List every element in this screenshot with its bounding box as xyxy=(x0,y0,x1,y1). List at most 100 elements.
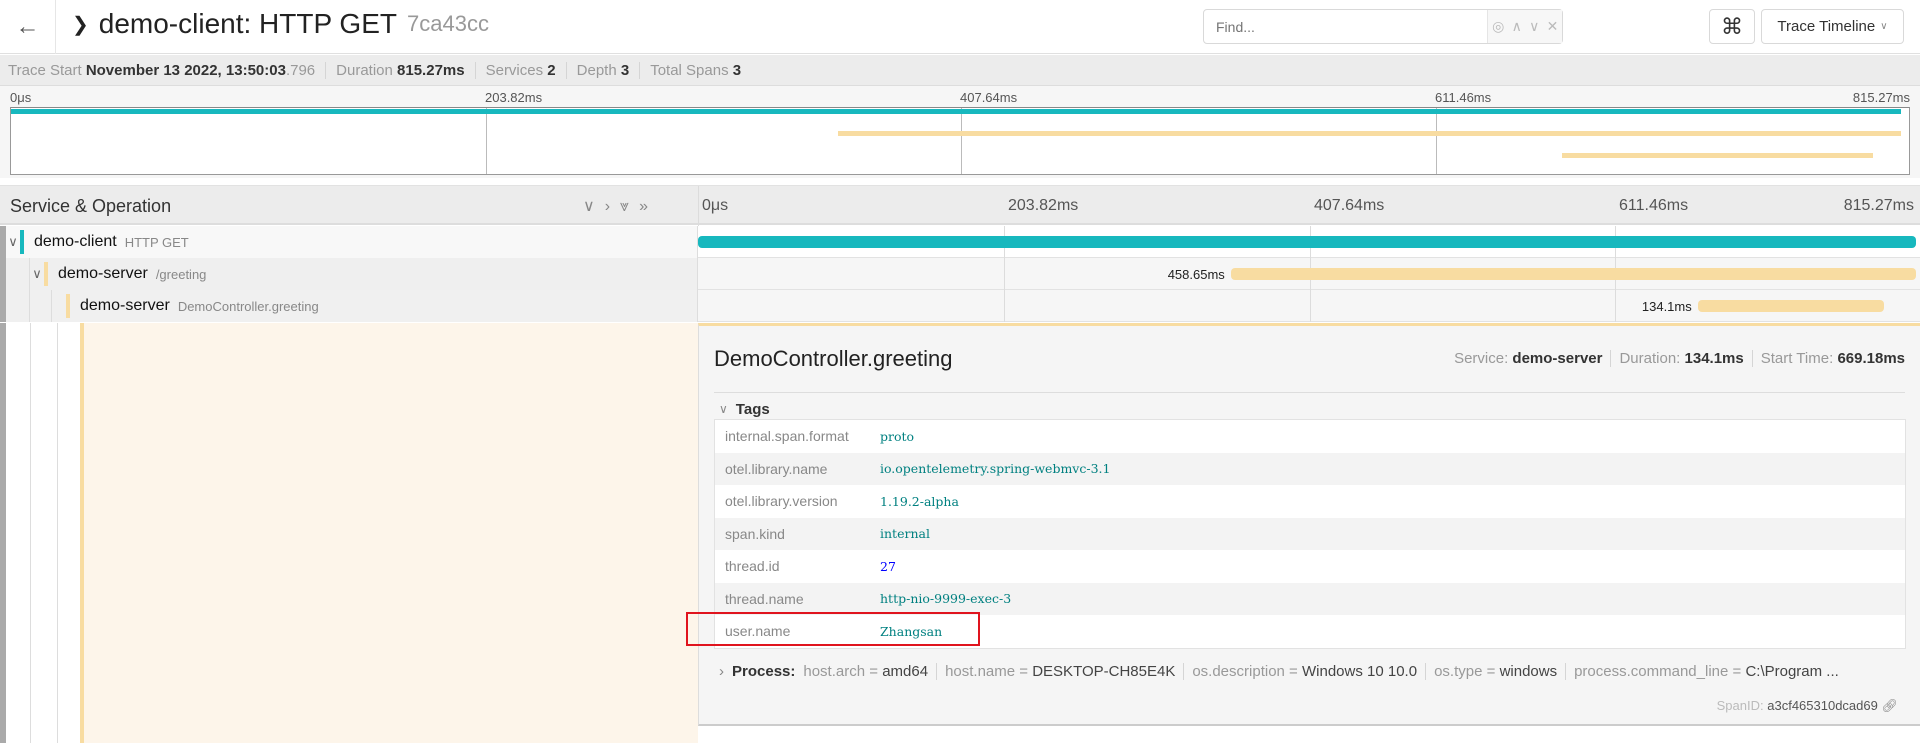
detail-gutter xyxy=(0,323,698,743)
expand-all-icon[interactable]: » xyxy=(639,198,658,215)
trace-title[interactable]: ❯ demo-client: HTTP GET 7ca43cc xyxy=(72,8,489,40)
process-item: host.arch = amd64 xyxy=(803,663,929,680)
span-name-cell[interactable]: ∨ demo-server/greeting xyxy=(0,258,698,290)
span-row[interactable]: demo-server DemoController.greeting 134.1m… xyxy=(0,290,1920,322)
timeline-tick: 203.82ms xyxy=(1008,197,1079,214)
collapse-one-icon[interactable]: ∨ xyxy=(583,198,605,215)
service-color xyxy=(66,294,70,318)
span-meta: Service: demo-server Duration: 134.1ms S… xyxy=(1446,350,1905,367)
divider xyxy=(714,392,1905,393)
tag-value: internal xyxy=(880,526,930,542)
trace-minimap[interactable]: 0μs 203.82ms 407.64ms 611.46ms 815.27ms xyxy=(0,86,1920,178)
span-service: Service: demo-server xyxy=(1454,350,1603,367)
column-title: Service & Operation xyxy=(10,196,172,216)
span-operation: /greeting xyxy=(155,266,207,282)
span-operation: DemoController.greeting xyxy=(177,298,319,314)
column-divider[interactable] xyxy=(698,186,699,226)
span-start-time: Start Time: 669.18ms xyxy=(1751,350,1905,367)
service-color xyxy=(44,262,48,286)
trace-id: 7ca43cc xyxy=(407,11,489,36)
span-service: demo-server xyxy=(80,297,170,314)
link-icon[interactable]: 🔗︎ xyxy=(1881,698,1898,713)
span-duration: Duration: 134.1ms xyxy=(1610,350,1751,367)
tag-key: span.kind xyxy=(725,525,785,542)
service-color xyxy=(20,230,24,254)
minimap-gridline xyxy=(1436,108,1437,174)
tag-row[interactable]: otel.library.version 1.19.2-alpha xyxy=(715,485,1905,518)
minimap-tick: 611.46ms xyxy=(1435,90,1492,105)
tag-row[interactable]: thread.id 27 xyxy=(715,550,1905,583)
keyboard-shortcuts-button[interactable]: ⌘ xyxy=(1709,9,1755,44)
process-item: os.description = Windows 10 10.0 xyxy=(1183,663,1425,680)
view-select[interactable]: Trace Timeline ∨ xyxy=(1761,9,1904,44)
minimap-canvas[interactable] xyxy=(10,107,1910,175)
summary-total-spans: Total Spans 3 xyxy=(650,61,742,79)
tag-key: otel.library.name xyxy=(725,460,828,477)
trace-name: demo-client: HTTP GET xyxy=(98,8,397,39)
tag-key: otel.library.version xyxy=(725,493,838,510)
chevron-down-icon[interactable]: ∨ xyxy=(6,234,20,250)
tag-key: thread.id xyxy=(725,558,780,575)
highlight-box xyxy=(686,612,980,646)
tag-value: proto xyxy=(880,428,915,444)
timeline-tick: 407.64ms xyxy=(1314,197,1385,214)
tags-label: Tags xyxy=(735,400,770,418)
tag-value: io.opentelemetry.spring-webmvc-3.1 xyxy=(880,461,1111,477)
tag-value: http-nio-9999-exec-3 xyxy=(880,591,1012,607)
tag-value: 1.19.2-alpha xyxy=(880,493,959,509)
span-id: SpanID: a3cf465310dcad69 🔗︎ xyxy=(1716,698,1898,713)
span-service: demo-server xyxy=(58,265,148,282)
clear-icon[interactable]: ✕ xyxy=(1547,18,1559,35)
tag-row[interactable]: otel.library.name io.opentelemetry.spring… xyxy=(715,452,1905,485)
span-bar[interactable] xyxy=(1697,300,1885,312)
expand-one-icon[interactable]: › xyxy=(605,198,620,215)
timeline-header: Service & Operation ∨›⩔» 0μs 203.82ms 40… xyxy=(0,185,1920,226)
process-toggle[interactable]: › Process: host.arch = amd64 host.name = … xyxy=(719,663,1847,680)
minimap-gridline xyxy=(961,108,962,174)
next-match-icon[interactable]: ∨ xyxy=(1529,18,1539,35)
chevron-down-icon: ∨ xyxy=(719,402,728,416)
summary-trace-start: Trace Start November 13 2022, 13:50:03.7… xyxy=(8,61,327,79)
tag-key: thread.name xyxy=(725,590,804,607)
span-row[interactable]: ∨ demo-server/greeting 458.65ms xyxy=(0,258,1920,290)
timeline-tick: 611.46ms xyxy=(1619,197,1689,214)
span-duration-label: 134.1ms xyxy=(1641,299,1692,314)
span-bar[interactable] xyxy=(698,236,1916,248)
process-item: process.command_line = C:\Program ... xyxy=(1565,663,1847,680)
summary-services: Services 2 xyxy=(486,61,567,79)
prev-match-icon[interactable]: ∧ xyxy=(1512,18,1522,35)
locate-icon[interactable]: ◎ xyxy=(1492,18,1504,35)
span-title: DemoController.greeting xyxy=(714,346,953,371)
summary-duration: Duration 815.27ms xyxy=(336,61,476,79)
span-bar[interactable] xyxy=(1230,268,1916,280)
chevron-down-icon[interactable]: ∨ xyxy=(30,266,44,282)
view-select-value: Trace Timeline xyxy=(1777,18,1876,35)
arrow-left-icon: ← xyxy=(15,13,40,40)
timeline-tick: 815.27ms xyxy=(1843,197,1914,214)
command-icon: ⌘ xyxy=(1721,13,1743,39)
span-duration-label: 458.65ms xyxy=(1167,267,1225,282)
tag-row[interactable]: span.kind internal xyxy=(715,517,1905,550)
chevron-down-icon: ∨ xyxy=(1880,21,1888,32)
minimap-tick: 407.64ms xyxy=(960,90,1018,105)
timeline-tick: 0μs xyxy=(702,197,729,214)
minimap-tick: 203.82ms xyxy=(485,90,543,105)
find-input[interactable] xyxy=(1204,10,1488,43)
minimap-tick: 0μs xyxy=(10,90,32,105)
span-service: demo-client xyxy=(34,233,117,250)
span-detail: DemoController.greeting Service: demo-se… xyxy=(698,323,1920,726)
collapse-all-icon[interactable]: ⩔ xyxy=(620,198,639,215)
find-controls: ◎ ∧ ∨ ✕ xyxy=(1487,10,1562,43)
top-nav: ← ❯ demo-client: HTTP GET 7ca43cc ◎ ∧ ∨ … xyxy=(0,0,1920,54)
span-name-cell[interactable]: demo-server DemoController.greeting xyxy=(0,290,698,322)
back-button[interactable]: ← xyxy=(0,0,56,54)
minimap-tick: 815.27ms xyxy=(1852,90,1910,105)
minimap-span-bar xyxy=(1562,153,1874,158)
tag-row[interactable]: thread.name http-nio-9999-exec-3 xyxy=(715,582,1905,615)
chevron-right-icon: › xyxy=(719,663,724,680)
process-item: os.type = windows xyxy=(1425,663,1565,680)
tag-row[interactable]: internal.span.format proto xyxy=(715,420,1905,453)
span-row[interactable]: ∨ demo-client HTTP GET xyxy=(0,226,1920,258)
minimap-span-bar xyxy=(11,109,1901,114)
span-name-cell[interactable]: ∨ demo-client HTTP GET xyxy=(0,226,698,258)
